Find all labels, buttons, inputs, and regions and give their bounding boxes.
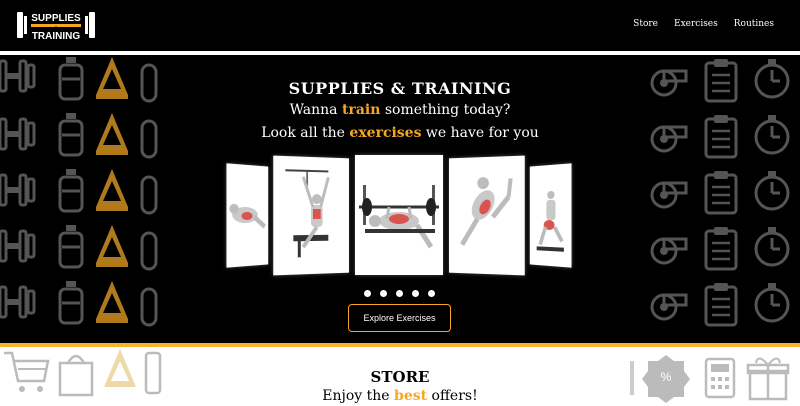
carousel-card-lat-pulldown[interactable] (273, 155, 349, 276)
carousel-card-incline-crunch[interactable] (449, 155, 525, 276)
nav-link-routines[interactable]: Routines (734, 19, 774, 29)
exercise-lunge-illustration (530, 190, 572, 267)
fitness-pattern-right (650, 57, 790, 327)
hero-tagline: Wanna train something today? (289, 102, 511, 118)
svg-text:SUPPLIES: SUPPLIES (31, 13, 81, 24)
exercise-incline-crunch-illustration (449, 156, 525, 276)
carousel-dot-2[interactable] (380, 290, 387, 297)
fitness-pattern-left (0, 55, 158, 327)
carousel-card-lunge[interactable] (529, 163, 572, 268)
carousel-dot-5[interactable] (428, 290, 435, 297)
nav-link-store[interactable]: Store (633, 19, 658, 29)
nav-link-exercises[interactable]: Exercises (674, 19, 718, 29)
carousel-card-crunch[interactable] (226, 163, 268, 268)
store-title: STORE (370, 368, 430, 386)
hero-title: SUPPLIES & TRAINING (288, 79, 512, 98)
site-logo[interactable]: SUPPLIES & TRAINING (17, 8, 95, 42)
carousel-dots (364, 290, 435, 297)
carousel-dot-4[interactable] (412, 290, 419, 297)
nav-links: Store Exercises Routines (633, 19, 774, 29)
svg-text:TRAINING: TRAINING (32, 31, 81, 42)
store-section: % STORE Enjoy the best offers! (0, 347, 800, 406)
hero-subtagline: Look all the exercises we have for you (261, 125, 539, 141)
explore-exercises-button[interactable]: Explore Exercises (348, 304, 451, 332)
exercise-crunch-illustration (229, 203, 268, 267)
carousel-card-bench-press[interactable] (355, 155, 443, 275)
exercise-lat-pulldown-illustration (273, 156, 349, 276)
top-navbar: SUPPLIES & TRAINING Store Exercises Rout… (0, 0, 800, 51)
carousel-dot-1[interactable] (364, 290, 371, 297)
exercise-bench-press-illustration (359, 185, 439, 249)
carousel-dot-3[interactable] (396, 290, 403, 297)
store-subtitle: Enjoy the best offers! (322, 388, 478, 404)
hero-section: SUPPLIES & TRAINING Wanna train somethin… (0, 55, 800, 343)
